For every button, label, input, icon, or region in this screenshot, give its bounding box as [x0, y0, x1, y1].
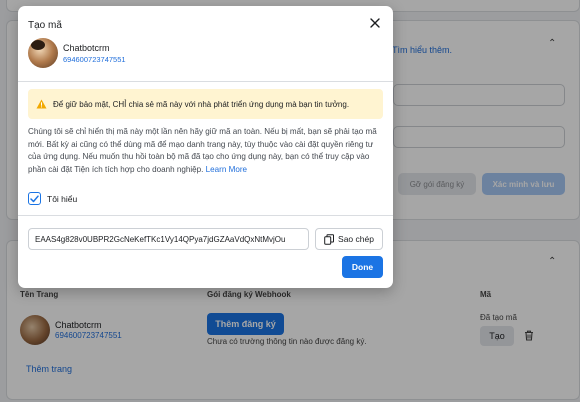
done-button[interactable]: Done [342, 256, 383, 278]
divider [18, 215, 393, 216]
learn-more-link[interactable]: Learn More [206, 165, 247, 174]
account-id[interactable]: 694600723747551 [63, 55, 126, 64]
description-body: Chúng tôi sẽ chỉ hiển thị mã này một lần… [28, 127, 377, 174]
security-warning-banner: Để giữ bảo mật, CHỈ chia sẻ mã này với n… [28, 89, 383, 119]
acknowledge-row[interactable]: Tôi hiểu [28, 192, 77, 205]
copy-label: Sao chép [338, 234, 374, 244]
checkmark-icon [30, 194, 39, 202]
avatar [28, 38, 58, 68]
access-token-field[interactable]: EAAS4g828v0UBPR2GcNeKefTKc1Vy14QPya7jdGZ… [28, 228, 309, 250]
warning-icon [36, 99, 47, 109]
description-text: Chúng tôi sẽ chỉ hiển thị mã này một lần… [28, 126, 383, 176]
acknowledge-label: Tôi hiểu [47, 193, 78, 204]
account-name: Chatbotcrm [63, 43, 110, 53]
warning-text: Để giữ bảo mật, CHỈ chia sẻ mã này với n… [53, 99, 350, 109]
acknowledge-checkbox[interactable] [28, 192, 41, 205]
copy-button[interactable]: Sao chép [315, 228, 383, 250]
close-icon[interactable] [367, 15, 383, 31]
dialog-title: Tạo mã [28, 20, 62, 31]
create-token-dialog: Tạo mã Chatbotcrm 694600723747551 Để giữ… [18, 6, 393, 288]
copy-icon [324, 233, 335, 245]
divider [18, 81, 393, 82]
